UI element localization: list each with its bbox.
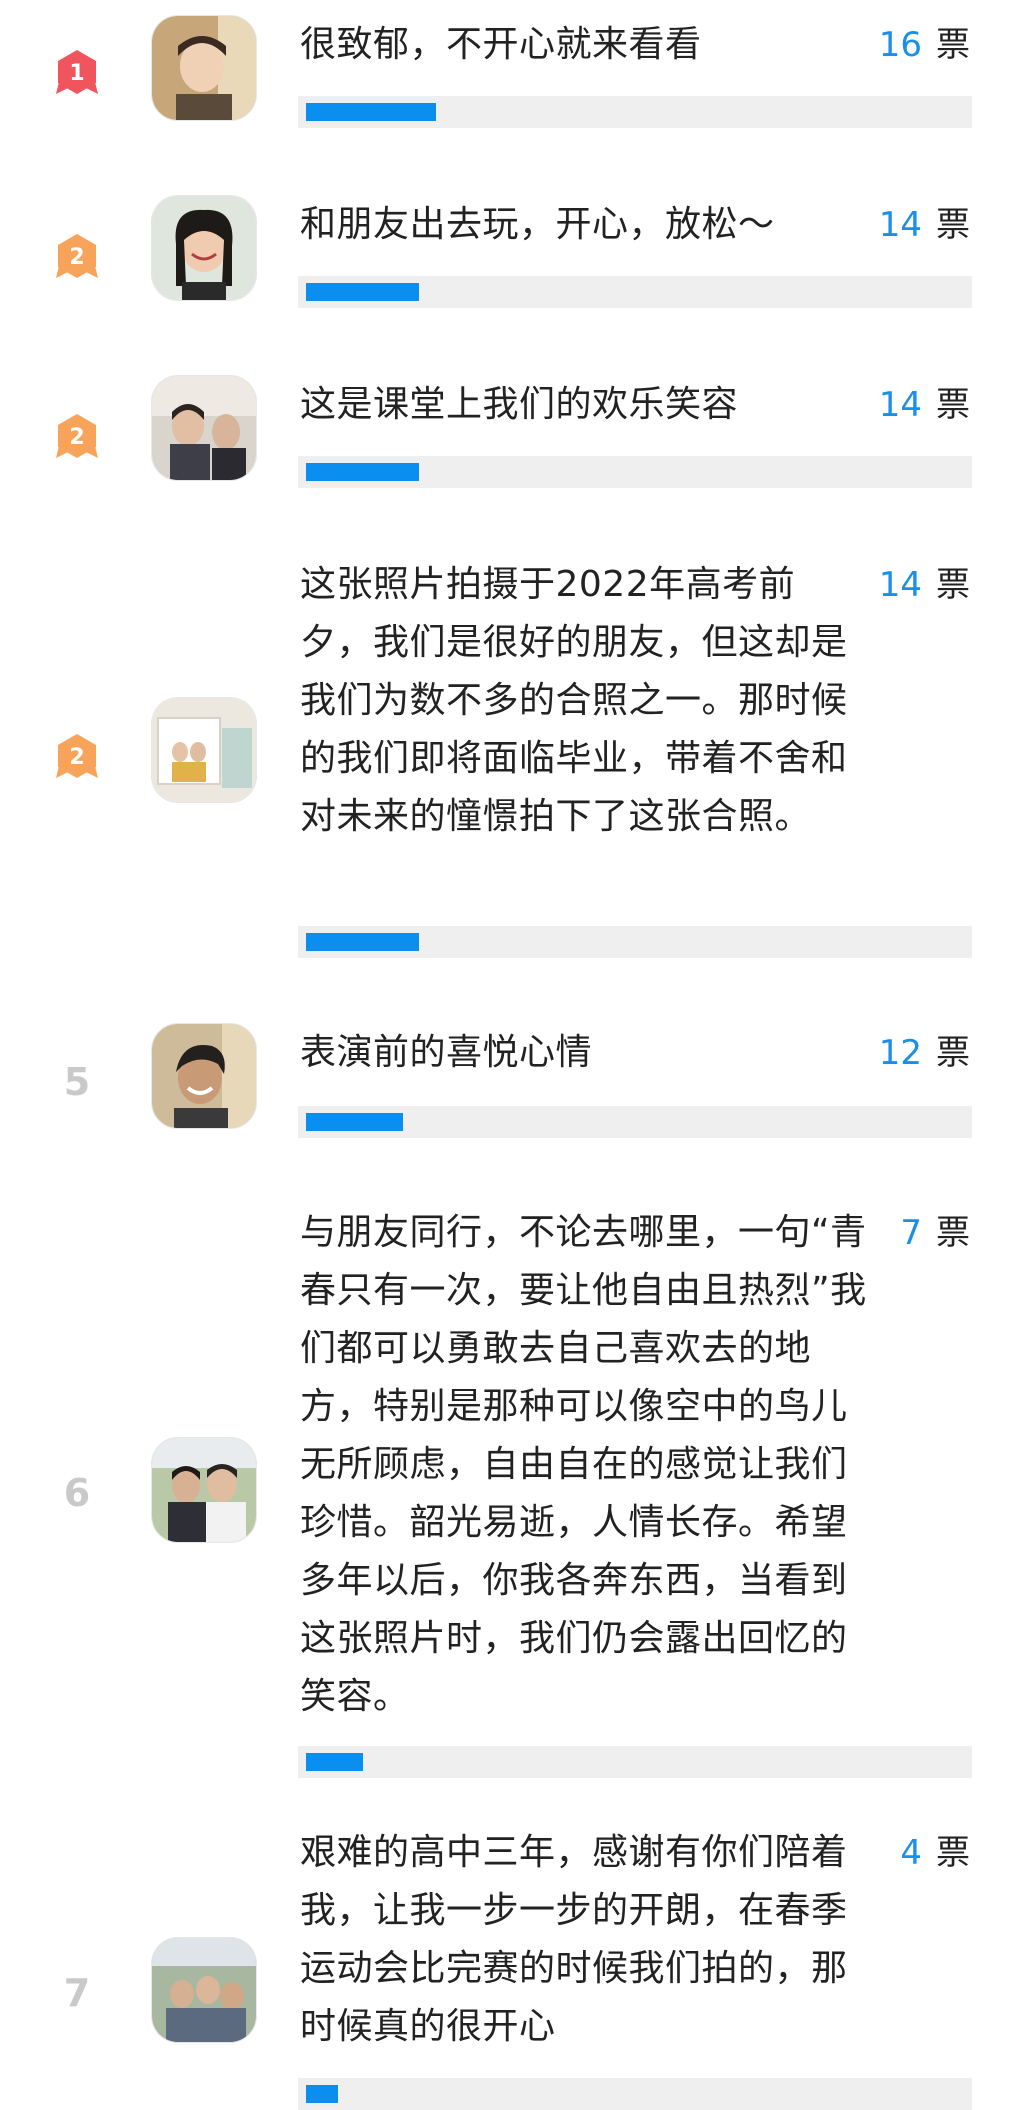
medal-2-icon: 2 <box>56 414 98 458</box>
avatar[interactable] <box>152 1024 256 1128</box>
vote-count: 16 票 <box>879 16 970 74</box>
svg-text:2: 2 <box>69 245 84 270</box>
svg-text:2: 2 <box>69 425 84 450</box>
vote-bar-fill <box>306 283 420 301</box>
vote-number: 14 <box>878 205 922 245</box>
vote-bar-track <box>298 276 972 308</box>
rank-badge: 5 <box>52 1057 102 1107</box>
entry-text: 和朋友出去玩，开心，放松～ <box>300 204 775 245</box>
vote-bar-fill <box>306 2085 339 2103</box>
rank-badge: 1 <box>52 48 102 98</box>
vote-number: 14 <box>878 385 922 425</box>
avatar[interactable] <box>152 16 256 120</box>
vote-number: 4 <box>900 1833 922 1873</box>
vote-bar-track <box>298 1746 972 1778</box>
vote-bar-track <box>298 2078 972 2110</box>
medal-1-icon: 1 <box>56 50 98 94</box>
rank-badge: 2 <box>52 412 102 462</box>
vote-bar-track <box>298 96 972 128</box>
vote-bar-fill <box>306 933 420 951</box>
rank-number: 5 <box>63 1060 91 1104</box>
rank-badge: 2 <box>52 732 102 782</box>
entry-text: 这是课堂上我们的欢乐笑容 <box>300 384 739 425</box>
vote-count: 7票 <box>900 1204 970 1262</box>
vote-number: 16 <box>878 25 922 65</box>
vote-unit: 票 <box>936 385 970 425</box>
vote-bar-track <box>298 926 972 958</box>
entry-text: 与朋友同行，不论去哪里，一句“青春只有一次，要让他自由且热烈”我们都可以勇敢去自… <box>300 1212 867 1717</box>
vote-unit: 票 <box>936 205 970 245</box>
medal-2-icon: 2 <box>56 234 98 278</box>
vote-unit: 票 <box>936 1213 970 1253</box>
medal-2-icon: 2 <box>56 734 98 778</box>
rank-badge: 2 <box>52 232 102 282</box>
rank-number: 6 <box>63 1471 91 1515</box>
vote-count: 14 票 <box>879 376 970 434</box>
avatar[interactable] <box>152 376 256 480</box>
entry-text: 艰难的高中三年，感谢有你们陪着我，让我一步一步的开朗，在春季运动会比完赛的时候我… <box>300 1832 848 2047</box>
avatar[interactable] <box>152 1438 256 1542</box>
avatar[interactable] <box>152 698 256 802</box>
vote-bar-track <box>298 456 972 488</box>
avatar[interactable] <box>152 196 256 300</box>
vote-count: 4票 <box>900 1824 970 1882</box>
vote-count: 14 票 <box>879 196 970 254</box>
svg-text:1: 1 <box>69 61 84 86</box>
rank-badge: 7 <box>52 1968 102 2018</box>
vote-number: 14 <box>878 565 922 605</box>
avatar[interactable] <box>152 1938 256 2042</box>
vote-unit: 票 <box>936 1033 970 1073</box>
entry-text: 很致郁，不开心就来看看 <box>300 24 702 65</box>
vote-unit: 票 <box>936 565 970 605</box>
rank-number: 7 <box>63 1971 91 2015</box>
entry-text: 表演前的喜悦心情 <box>300 1032 593 1073</box>
vote-unit: 票 <box>936 25 970 65</box>
vote-count: 12 票 <box>879 1024 970 1082</box>
vote-number: 12 <box>878 1033 922 1073</box>
rank-badge: 6 <box>52 1468 102 1518</box>
vote-bar-fill <box>306 1753 363 1771</box>
vote-bar-fill <box>306 463 420 481</box>
vote-unit: 票 <box>936 1833 970 1873</box>
entry-text: 这张照片拍摄于2022年高考前夕，我们是很好的朋友，但这却是我们为数不多的合照之… <box>300 564 848 837</box>
vote-bar-fill <box>306 1113 404 1131</box>
vote-bar-track <box>298 1106 972 1138</box>
svg-text:2: 2 <box>69 745 84 770</box>
vote-number: 7 <box>900 1213 922 1253</box>
vote-count: 14 票 <box>879 556 970 614</box>
vote-bar-fill <box>306 103 436 121</box>
